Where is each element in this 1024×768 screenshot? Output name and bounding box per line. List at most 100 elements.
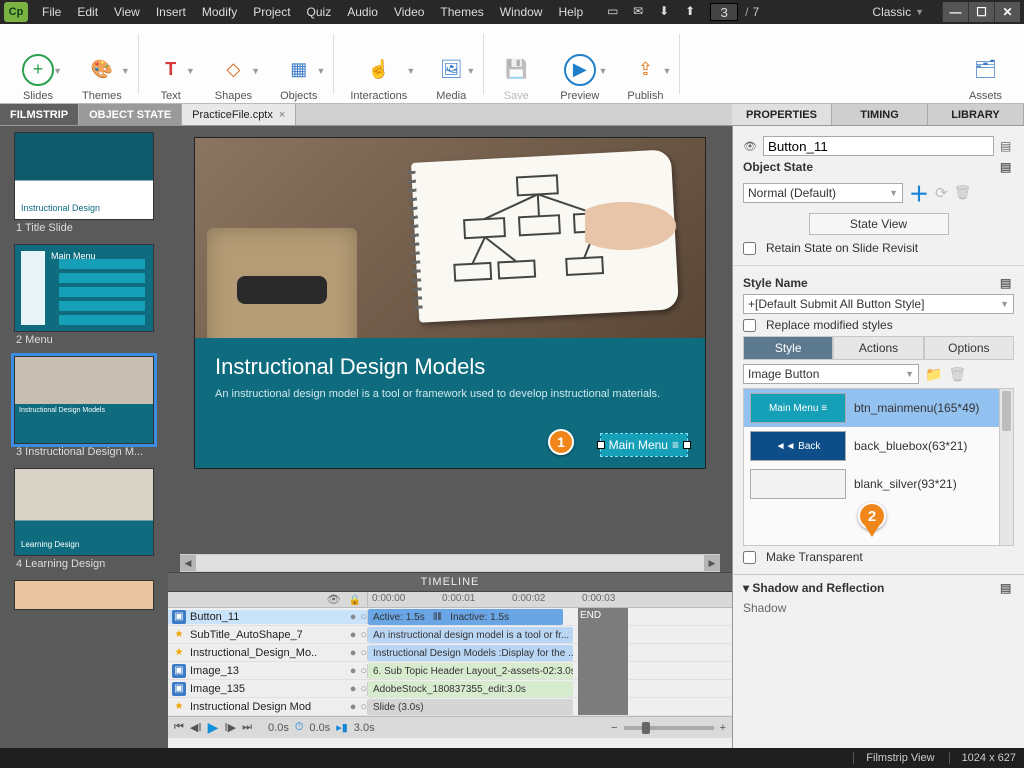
row-visibility-dot[interactable]: ● [350,647,357,659]
document-tab[interactable]: PracticeFile.cptx× [182,104,296,125]
timeline-row[interactable]: ▣Image_135●○AdobeStock_180837355_edit:3.… [168,680,732,698]
state-view-button[interactable]: State View [809,213,949,235]
row-lock-dot[interactable]: ○ [360,629,367,641]
ribbon-assets[interactable]: 🗂Assets [955,26,1016,102]
delete-button-icon[interactable]: 🗑 [948,366,966,383]
canvas-horizontal-scrollbar[interactable]: ◀▶ [180,554,720,572]
ribbon-media[interactable]: 🖼▼Media [421,26,481,102]
slide-thumb-1[interactable]: Instructional Design [14,132,154,220]
timeline-bar[interactable]: Instructional Design Models :Display for… [368,645,573,661]
button-style-item[interactable]: Main Menu ≡btn_mainmenu(165*49) [744,389,1013,427]
make-transparent-checkbox[interactable]: Make Transparent [743,550,1014,564]
row-visibility-dot[interactable]: ● [350,683,357,695]
menu-themes[interactable]: Themes [432,5,491,19]
menu-insert[interactable]: Insert [148,5,194,19]
menu-edit[interactable]: Edit [69,5,106,19]
row-lock-dot[interactable]: ○ [360,665,367,677]
timeline-ruler[interactable]: 0:00:00 0:00:01 0:00:02 0:00:03 [368,592,732,607]
timeline-row[interactable]: ▣Button_11●○Active: 1.5s ⦀⦀ Inactive: 1.… [168,608,732,626]
window-close[interactable]: ✕ [994,2,1020,22]
row-visibility-dot[interactable]: ● [350,611,357,623]
timeline-stepfwd-icon[interactable]: Ⅰ▶ [224,721,236,734]
timeline-marker-icon[interactable]: ⏱ [295,721,304,734]
tab-library[interactable]: LIBRARY [928,104,1024,125]
timeline-flag-icon[interactable]: ▸▮ [336,721,348,734]
delete-state-icon[interactable]: 🗑 [954,184,972,201]
state-dropdown[interactable]: Normal (Default)▼ [743,183,903,203]
download-icon[interactable]: ⬇ [659,4,677,20]
lock-column-icon[interactable] [349,594,361,606]
add-state-icon[interactable]: ＋ [909,178,929,207]
timeline-stepback-icon[interactable]: ◀Ⅰ [190,721,202,734]
timeline-row[interactable]: ★SubTitle_AutoShape_7●○An instructional … [168,626,732,644]
menu-video[interactable]: Video [386,5,432,19]
panel-menu-icon[interactable]: ▤ [1000,139,1014,153]
ribbon-objects[interactable]: ▦▼Objects [266,26,331,102]
row-visibility-dot[interactable]: ● [350,665,357,677]
ribbon-themes[interactable]: 🎨▼Themes [68,26,136,102]
tab-object-state[interactable]: OBJECT STATE [79,104,182,125]
tab-properties[interactable]: PROPERTIES [732,104,832,125]
scroll-right-icon[interactable]: ▶ [704,555,720,571]
ribbon-slides[interactable]: +▼Slides [8,26,68,102]
ribbon-preview[interactable]: ▶▼Preview [546,26,613,102]
visibility-column-icon[interactable] [327,593,341,606]
style-name-dropdown[interactable]: +[Default Submit All Button Style]▼ [743,294,1014,314]
button-list-scrollbar[interactable] [999,389,1013,545]
timeline-play-icon[interactable]: ▶ [208,719,219,736]
button-type-dropdown[interactable]: Image Button▼ [743,364,919,384]
menu-audio[interactable]: Audio [339,5,386,19]
menu-quiz[interactable]: Quiz [299,5,340,19]
scroll-left-icon[interactable]: ◀ [180,555,196,571]
row-visibility-dot[interactable]: ● [350,629,357,641]
zoom-out-icon[interactable]: − [611,722,617,734]
tab-style[interactable]: Style [743,336,833,360]
slide-thumb-3[interactable]: Instructional Design Models [14,356,154,444]
timeline-rewind-icon[interactable]: ⏮ [174,721,184,734]
row-lock-dot[interactable]: ○ [360,647,367,659]
tab-filmstrip[interactable]: FILMSTRIP [0,104,79,125]
browse-folder-icon[interactable]: 📁 [925,366,942,383]
close-icon[interactable]: × [279,109,285,121]
menu-modify[interactable]: Modify [194,5,245,19]
row-lock-dot[interactable]: ○ [360,683,367,695]
shadow-reflection-section[interactable]: ▾ Shadow and Reflection▤ [733,574,1024,601]
button-style-item[interactable]: ◄◄ Backback_bluebox(63*21) [744,427,1013,465]
row-lock-dot[interactable]: ○ [360,611,367,623]
row-lock-dot[interactable]: ○ [360,701,367,713]
ribbon-interactions[interactable]: ☝▼Interactions [336,26,421,102]
menu-project[interactable]: Project [245,5,298,19]
replace-styles-checkbox[interactable]: Replace modified styles [743,318,1014,332]
menu-file[interactable]: File [34,5,69,19]
workspace-switcher[interactable]: Classic▼ [872,5,924,19]
panel-menu-icon[interactable]: ▤ [1000,160,1014,174]
timeline-bar[interactable]: 6. Sub Topic Header Layout_2-assets-02:3… [368,663,573,679]
zoom-in-icon[interactable]: + [720,722,726,734]
menu-view[interactable]: View [106,5,148,19]
timeline-bar[interactable]: Slide (3.0s) [368,699,573,715]
timeline-row[interactable]: ★Instructional_Design_Mo..●○Instructiona… [168,644,732,662]
timeline-bar[interactable]: An instructional design model is a tool … [368,627,573,643]
slide-canvas[interactable]: Instructional Design Models An instructi… [168,126,732,546]
object-name-input[interactable] [763,136,994,156]
layout-icon[interactable]: ▭ [607,4,625,20]
button-style-item[interactable]: blank_silver(93*21) [744,465,1013,503]
timeline-end-icon[interactable]: ⏭ [242,721,252,734]
ribbon-text[interactable]: T▼Text [141,26,201,102]
slide-thumb-2[interactable]: Main Menu [14,244,154,332]
page-current-input[interactable] [710,3,738,21]
object-visibility-icon[interactable] [743,139,757,153]
upload-icon[interactable]: ⬆ [685,4,703,20]
ribbon-publish[interactable]: ⇪▼Publish [613,26,677,102]
window-maximize[interactable]: ☐ [968,2,994,22]
timeline-row[interactable]: ▣Image_13●○6. Sub Topic Header Layout_2-… [168,662,732,680]
timeline-bar[interactable]: AdobeStock_180837355_edit:3.0s [368,681,573,697]
slide-thumb-4[interactable]: Learning Design [14,468,154,556]
timeline-zoom-slider[interactable] [624,726,714,730]
panel-menu-icon[interactable]: ▤ [1000,276,1014,290]
slide-thumb-5[interactable] [14,580,154,610]
timeline-bar[interactable]: Active: 1.5s ⦀⦀ Inactive: 1.5s [368,609,563,625]
window-minimize[interactable]: — [942,2,968,22]
ribbon-shapes[interactable]: ◇▼Shapes [201,26,266,102]
main-menu-button[interactable]: Main Menu≡ [601,434,687,456]
